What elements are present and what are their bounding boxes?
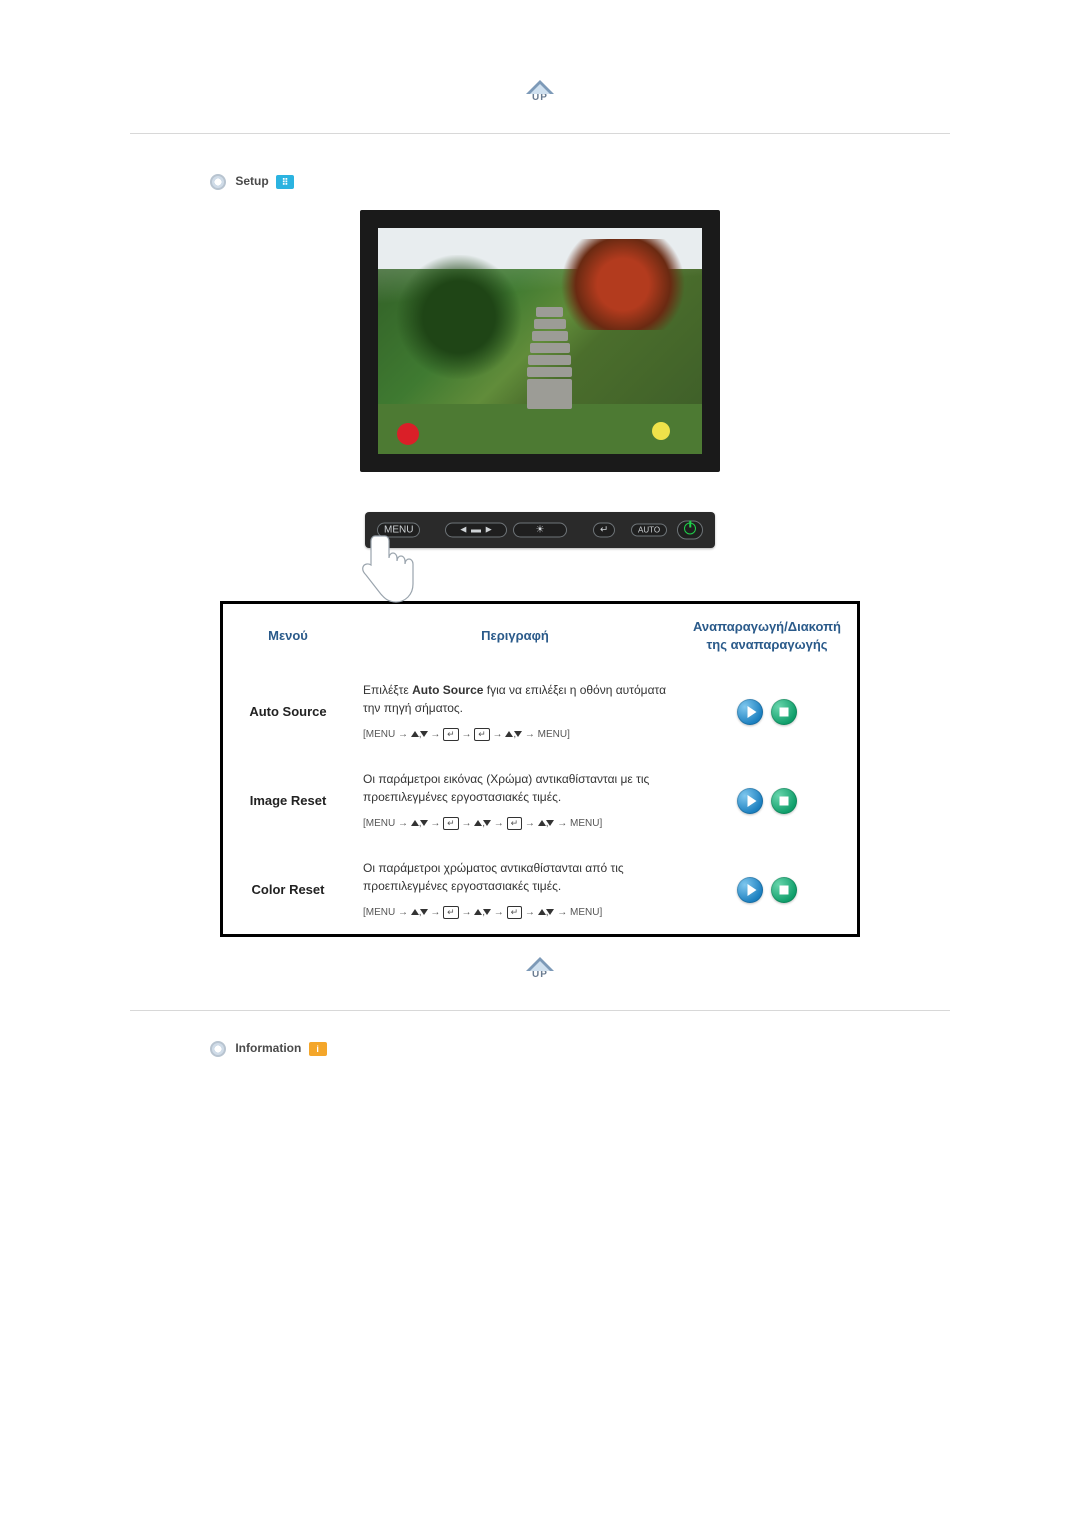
play-button[interactable] xyxy=(737,699,763,725)
playback-controls xyxy=(677,756,859,845)
information-badge-icon: i xyxy=(309,1042,327,1056)
menu-name: Color Reset xyxy=(222,845,354,936)
setup-options-table: Μενού Περιγραφή Αναπαραγωγή/Διακοπή της … xyxy=(220,601,860,937)
stop-button[interactable] xyxy=(771,788,797,814)
menu-name: Image Reset xyxy=(222,756,354,845)
playback-controls xyxy=(677,845,859,936)
monitor-button-bar: MENU ◄ ▬ ► ☀ ↵ AUTO xyxy=(130,512,950,551)
menu-description: Επιλέξτε Auto Source fγια να επιλέξει η … xyxy=(353,667,677,756)
table-row: Auto Source Επιλέξτε Auto Source fγια να… xyxy=(222,667,859,756)
divider xyxy=(130,1010,950,1011)
up-arrow-icon: UP xyxy=(526,957,554,980)
menu-description: Οι παράμετροι εικόνας (Χρώμα) αντικαθίστ… xyxy=(353,756,677,845)
stop-button[interactable] xyxy=(771,699,797,725)
play-button[interactable] xyxy=(737,788,763,814)
monitor-preview xyxy=(130,210,950,472)
information-title: Information xyxy=(235,1041,301,1055)
key-sequence: [MENU → , → ↵ → , → ↵ → , → MENU] xyxy=(363,905,667,920)
menu-description: Οι παράμετροι χρώματος αντικαθίστανται α… xyxy=(353,845,677,936)
stop-button[interactable] xyxy=(771,877,797,903)
table-row: Color Reset Οι παράμετροι χρώματος αντικ… xyxy=(222,845,859,936)
divider xyxy=(130,133,950,134)
brightness-button[interactable]: ☀ xyxy=(513,523,567,538)
up-button-bottom[interactable]: UP xyxy=(130,957,950,980)
th-playback: Αναπαραγωγή/Διακοπή της αναπαραγωγής xyxy=(677,603,859,668)
key-sequence: [MENU → , → ↵ → , → ↵ → , → MENU] xyxy=(363,816,667,831)
enter-button[interactable]: ↵ xyxy=(593,523,615,538)
setup-badge-icon: ⠿ xyxy=(276,175,294,189)
up-button-top[interactable]: UP xyxy=(130,80,950,103)
setup-heading: Setup ⠿ xyxy=(210,174,950,190)
menu-name: Auto Source xyxy=(222,667,354,756)
power-button[interactable] xyxy=(677,521,703,540)
up-arrow-icon: UP xyxy=(526,80,554,103)
auto-button[interactable]: AUTO xyxy=(631,524,667,537)
adjust-button[interactable]: ◄ ▬ ► xyxy=(445,523,507,538)
table-row: Image Reset Οι παράμετροι εικόνας (Χρώμα… xyxy=(222,756,859,845)
power-icon xyxy=(684,523,696,535)
th-menu: Μενού xyxy=(222,603,354,668)
information-heading: Information i xyxy=(210,1041,950,1057)
setup-title: Setup xyxy=(235,174,268,188)
hand-pointer-icon xyxy=(357,532,427,613)
bullet-icon xyxy=(210,174,226,190)
playback-controls xyxy=(677,667,859,756)
play-button[interactable] xyxy=(737,877,763,903)
key-sequence: [MENU → , → ↵ → ↵ → , → MENU] xyxy=(363,727,667,742)
bullet-icon xyxy=(210,1041,226,1057)
